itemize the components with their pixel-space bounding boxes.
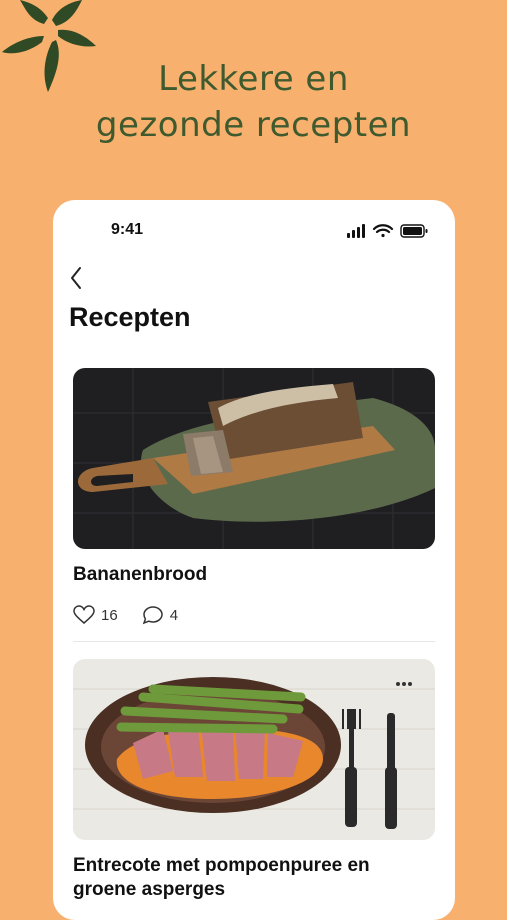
more-icon[interactable] xyxy=(395,681,413,687)
signal-icon xyxy=(347,224,365,238)
headline-line-2: gezonde recepten xyxy=(95,105,412,145)
status-time: 9:41 xyxy=(111,221,144,238)
status-bar: 9:41 xyxy=(53,200,455,260)
heart-icon[interactable] xyxy=(73,605,95,625)
back-chevron-icon[interactable] xyxy=(67,264,87,292)
recipe-card[interactable]: Entrecote met pompoenpuree en groene asp… xyxy=(73,659,435,902)
wifi-icon xyxy=(372,224,394,238)
status-icons xyxy=(347,224,428,238)
recipe-title[interactable]: Entrecote met pompoenpuree en groene asp… xyxy=(73,854,435,902)
page-title: Recepten xyxy=(69,302,191,332)
recipe-card[interactable]: Bananenbrood 16 4 xyxy=(73,368,435,625)
recipe-image[interactable] xyxy=(73,368,435,549)
divider xyxy=(73,641,435,642)
recipe-stats: 16 4 xyxy=(73,605,435,625)
headline-line-1: Lekkere en xyxy=(158,59,349,99)
like-count: 16 xyxy=(101,606,118,624)
comment-icon[interactable] xyxy=(142,605,164,625)
phone-screen: 9:41 Recepten Bananenbrood 16 4 Entrecot… xyxy=(53,200,455,920)
battery-icon xyxy=(400,224,428,238)
recipe-image[interactable] xyxy=(73,659,435,840)
recipe-title[interactable]: Bananenbrood xyxy=(73,563,435,587)
comment-count: 4 xyxy=(169,606,179,624)
